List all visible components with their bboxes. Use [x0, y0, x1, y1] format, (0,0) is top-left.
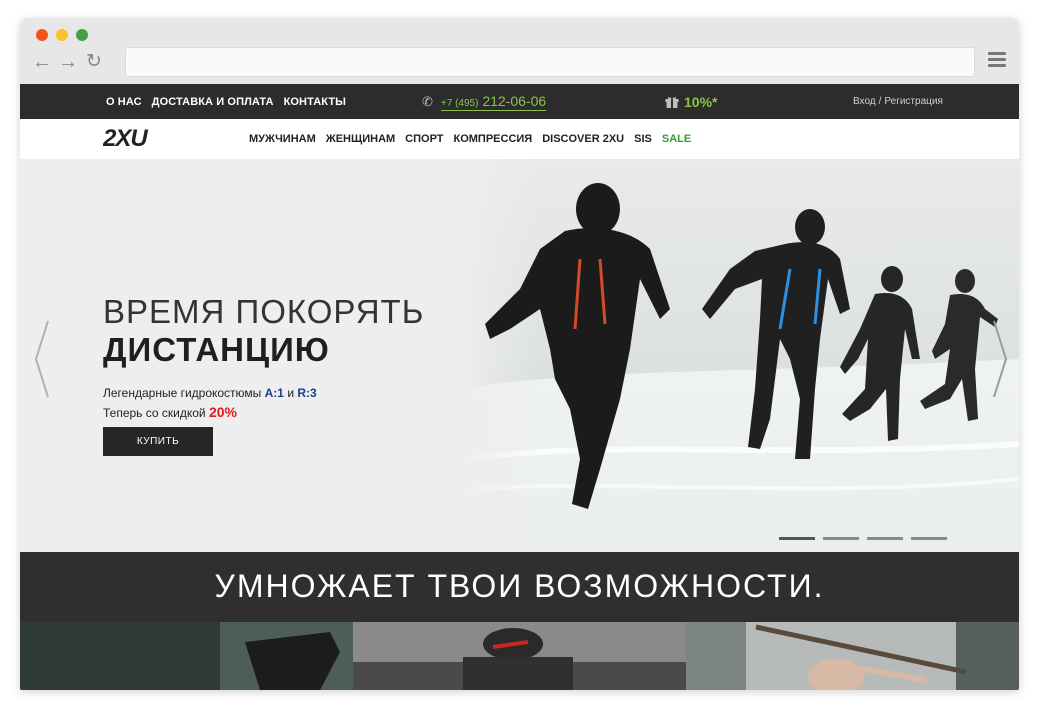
- register-link[interactable]: Регистрация: [884, 96, 942, 107]
- browser-chrome: ← → ↻: [20, 18, 1019, 84]
- hero-sub-conj: и: [287, 386, 295, 400]
- discount-value: 20%: [208, 404, 237, 420]
- nav-item-men[interactable]: МУЖЧИНАМ: [249, 133, 316, 145]
- hamburger-menu-icon[interactable]: [988, 52, 1006, 68]
- nav-item-sale[interactable]: SALE: [662, 133, 691, 145]
- hero-sub-prefix: Легендарные гидрокостюмы: [103, 386, 262, 400]
- thumbnail-gym-image: [686, 622, 1019, 690]
- minimize-window-button[interactable]: [56, 29, 68, 41]
- hero-subtitle: Легендарные гидрокостюмы A:1 и R:3 Тепер…: [103, 384, 317, 423]
- brand-logo[interactable]: 2XU: [103, 127, 199, 149]
- top-links: О НАС ДОСТАВКА И ОПЛАТА КОНТАКТЫ: [106, 84, 356, 119]
- slogan-bar: УМНОЖАЕТ ТВОИ ВОЗМОЖНОСТИ.: [20, 552, 1019, 622]
- slider-pagination: [779, 537, 955, 540]
- slider-dot-4[interactable]: [911, 537, 947, 540]
- category-menu: МУЖЧИНАМ ЖЕНЩИНАМ СПОРТ КОМПРЕССИЯ DISCO…: [249, 119, 701, 159]
- thumbnail-cycling[interactable]: [353, 622, 686, 690]
- promo-text: 10%*: [684, 93, 718, 110]
- nav-item-sis[interactable]: SIS: [634, 133, 652, 145]
- promo-block[interactable]: 10%*: [665, 84, 717, 119]
- phone-prefix: +7 (495): [440, 98, 479, 109]
- thumbnail-gym[interactable]: [686, 622, 1019, 690]
- nav-item-women[interactable]: ЖЕНЩИНАМ: [326, 133, 395, 145]
- slider-prev-icon[interactable]: [34, 319, 50, 399]
- svg-text:2XU: 2XU: [103, 127, 148, 149]
- hero-subtitle-line2: Теперь со скидкой 20%: [103, 403, 317, 423]
- nav-item-compression[interactable]: КОМПРЕССИЯ: [454, 133, 533, 145]
- model-b-link[interactable]: R:3: [297, 386, 316, 400]
- forward-arrow-icon[interactable]: →: [58, 50, 78, 74]
- main-nav: 2XU МУЖЧИНАМ ЖЕНЩИНАМ СПОРТ КОМПРЕССИЯ D…: [20, 119, 1019, 159]
- hero-title-line2: ДИСТАНЦИЮ: [103, 331, 330, 368]
- phone-block: ✆ +7 (495) 212-06-06: [422, 91, 547, 113]
- back-arrow-icon[interactable]: ←: [32, 50, 52, 74]
- address-bar[interactable]: [125, 47, 975, 77]
- maximize-window-button[interactable]: [76, 29, 88, 41]
- browser-window: ← → ↻ О НАС ДОСТАВКА И ОПЛАТА КОНТАКТЫ ✆…: [20, 18, 1019, 690]
- login-link[interactable]: Вход: [853, 96, 876, 107]
- buy-button[interactable]: КУПИТЬ: [103, 427, 213, 456]
- delivery-link[interactable]: ДОСТАВКА И ОПЛАТА: [152, 96, 274, 108]
- slider-dot-1[interactable]: [779, 537, 815, 540]
- phone-icon: ✆: [422, 94, 433, 109]
- phone-digits: 212-06-06: [482, 93, 547, 109]
- slogan-text: УМНОЖАЕТ ТВОИ ВОЗМОЖНОСТИ.: [214, 568, 825, 604]
- nav-item-sport[interactable]: СПОРТ: [405, 133, 443, 145]
- web-page: О НАС ДОСТАВКА И ОПЛАТА КОНТАКТЫ ✆ +7 (4…: [20, 84, 1019, 690]
- slider-next-icon[interactable]: [992, 319, 1008, 399]
- hero-subtitle-line1: Легендарные гидрокостюмы A:1 и R:3: [103, 384, 317, 403]
- hero-slider: ВРЕМЯ ПОКОРЯТЬ ДИСТАНЦИЮ Легендарные гид…: [20, 159, 1019, 552]
- close-window-button[interactable]: [36, 29, 48, 41]
- model-a-link[interactable]: A:1: [265, 386, 284, 400]
- thumbnail-cycling-image: [353, 622, 686, 690]
- gift-icon: [665, 96, 679, 108]
- nav-item-discover[interactable]: DISCOVER 2XU: [542, 133, 624, 145]
- phone-number[interactable]: +7 (495) 212-06-06: [440, 93, 547, 111]
- contacts-link[interactable]: КОНТАКТЫ: [284, 96, 346, 108]
- about-link[interactable]: О НАС: [106, 96, 142, 108]
- auth-separator: /: [878, 96, 882, 107]
- top-bar: О НАС ДОСТАВКА И ОПЛАТА КОНТАКТЫ ✆ +7 (4…: [20, 84, 1019, 119]
- slider-dot-3[interactable]: [867, 537, 903, 540]
- reload-icon[interactable]: ↻: [86, 50, 102, 74]
- thumbnail-running[interactable]: [20, 622, 353, 690]
- auth-links: Вход / Регистрация: [853, 84, 943, 119]
- category-thumbnails: [20, 622, 1019, 690]
- thumbnail-running-image: [20, 622, 353, 690]
- hero-title: ВРЕМЯ ПОКОРЯТЬ ДИСТАНЦИЮ: [103, 293, 424, 369]
- slider-dot-2[interactable]: [823, 537, 859, 540]
- hero-title-line1: ВРЕМЯ ПОКОРЯТЬ: [103, 293, 425, 330]
- discount-prefix: Теперь со скидкой: [103, 406, 206, 420]
